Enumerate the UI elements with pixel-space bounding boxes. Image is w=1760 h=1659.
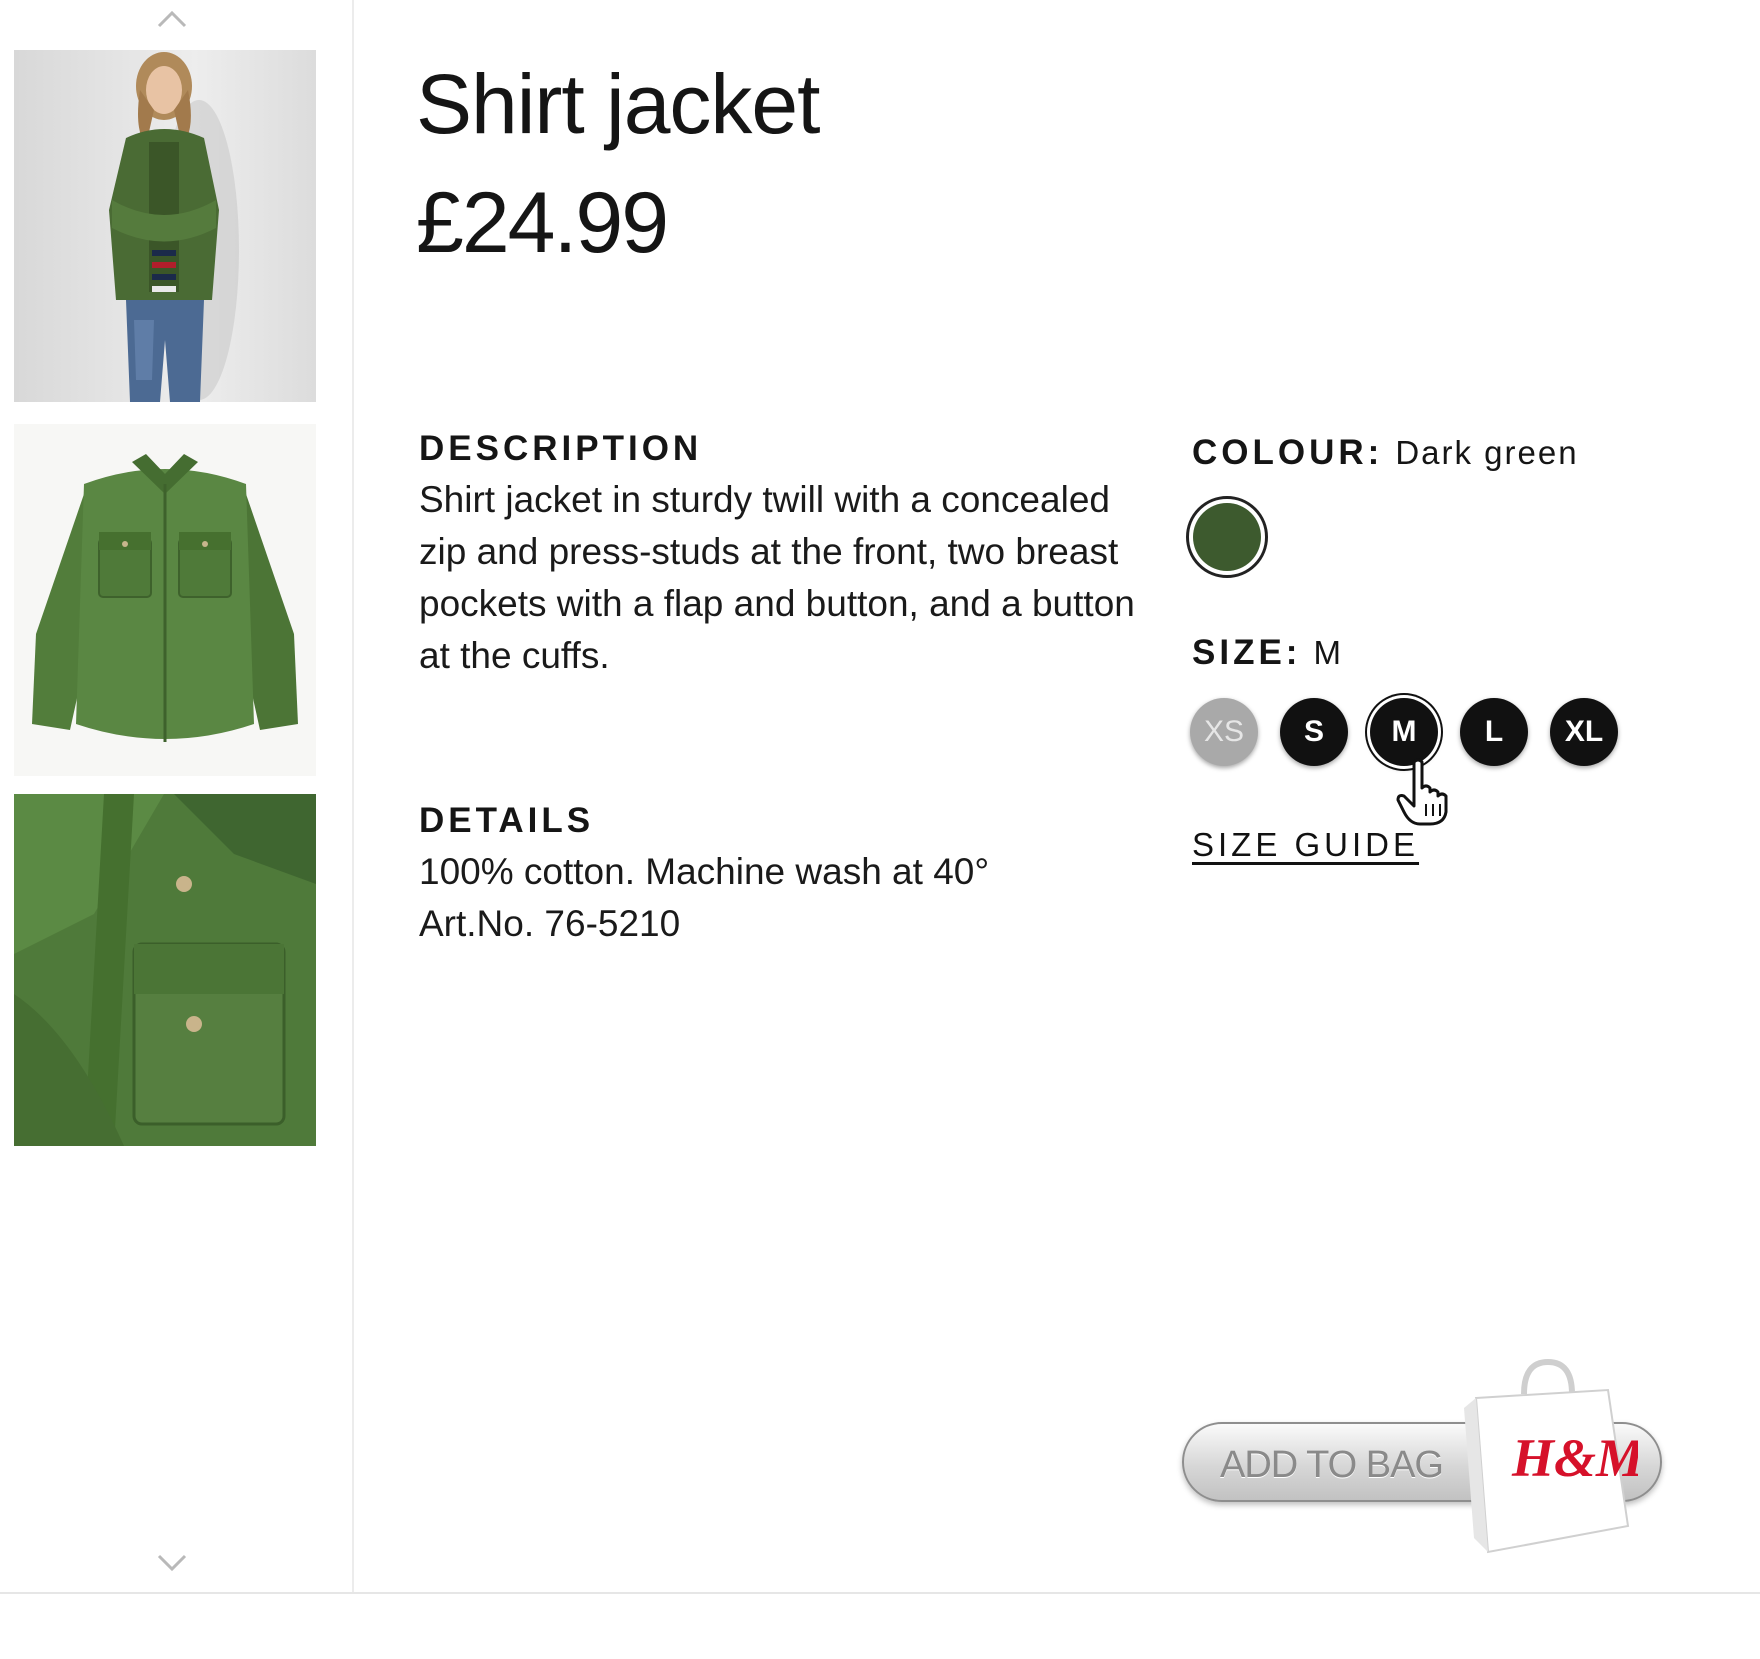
bottom-divider — [0, 1592, 1760, 1594]
description-text: Shirt jacket in sturdy twill with a conc… — [419, 479, 1135, 676]
model-photo — [14, 50, 316, 402]
add-to-bag-button[interactable]: ADD TO BAG H&M — [1180, 1358, 1670, 1558]
size-label: SIZE: M — [1192, 632, 1343, 674]
shopping-bag-icon: H&M — [1464, 1358, 1638, 1554]
colour-value: Dark green — [1395, 434, 1579, 471]
add-to-bag-label: ADD TO BAG — [1220, 1444, 1444, 1486]
description-heading: DESCRIPTION — [419, 429, 703, 468]
size-option-s[interactable]: S — [1280, 698, 1348, 766]
colour-label: COLOUR: Dark green — [1192, 432, 1579, 474]
size-guide-link[interactable]: SIZE GUIDE — [1192, 826, 1419, 864]
chevron-up-icon — [157, 10, 187, 28]
thumbnail-detail[interactable] — [14, 794, 316, 1146]
size-option-m[interactable]: M — [1370, 698, 1438, 766]
jacket-flat-photo — [14, 424, 316, 776]
colour-label-text: COLOUR: — [1192, 433, 1384, 472]
details-article-number: Art.No. 76-5210 — [419, 903, 681, 944]
size-option-xs[interactable]: XS — [1190, 698, 1258, 766]
size-value: M — [1313, 634, 1343, 671]
scroll-down-button[interactable] — [155, 1550, 189, 1574]
details-text: 100% cotton. Machine wash at 40° Art.No.… — [419, 846, 1139, 950]
details-care: 100% cotton. Machine wash at 40° — [419, 851, 990, 892]
thumbnail-rail — [0, 0, 354, 1592]
size-option-xl[interactable]: XL — [1550, 698, 1618, 766]
thumbnail-model[interactable] — [14, 50, 316, 402]
size-label-text: SIZE: — [1192, 633, 1302, 672]
product-price: £24.99 — [416, 175, 669, 271]
colour-swatch-fill — [1193, 503, 1261, 571]
size-option-l[interactable]: L — [1460, 698, 1528, 766]
brand-logo: H&M — [1511, 1428, 1638, 1488]
scroll-up-button[interactable] — [155, 6, 189, 30]
hand-pointer-icon — [1396, 758, 1456, 833]
chevron-down-icon — [157, 1554, 187, 1572]
thumbnail-flat[interactable] — [14, 424, 316, 776]
product-title: Shirt jacket — [416, 57, 820, 151]
colour-swatch-dark-green[interactable] — [1186, 496, 1268, 578]
jacket-detail-photo — [14, 794, 316, 1146]
details-heading: DETAILS — [419, 801, 595, 840]
